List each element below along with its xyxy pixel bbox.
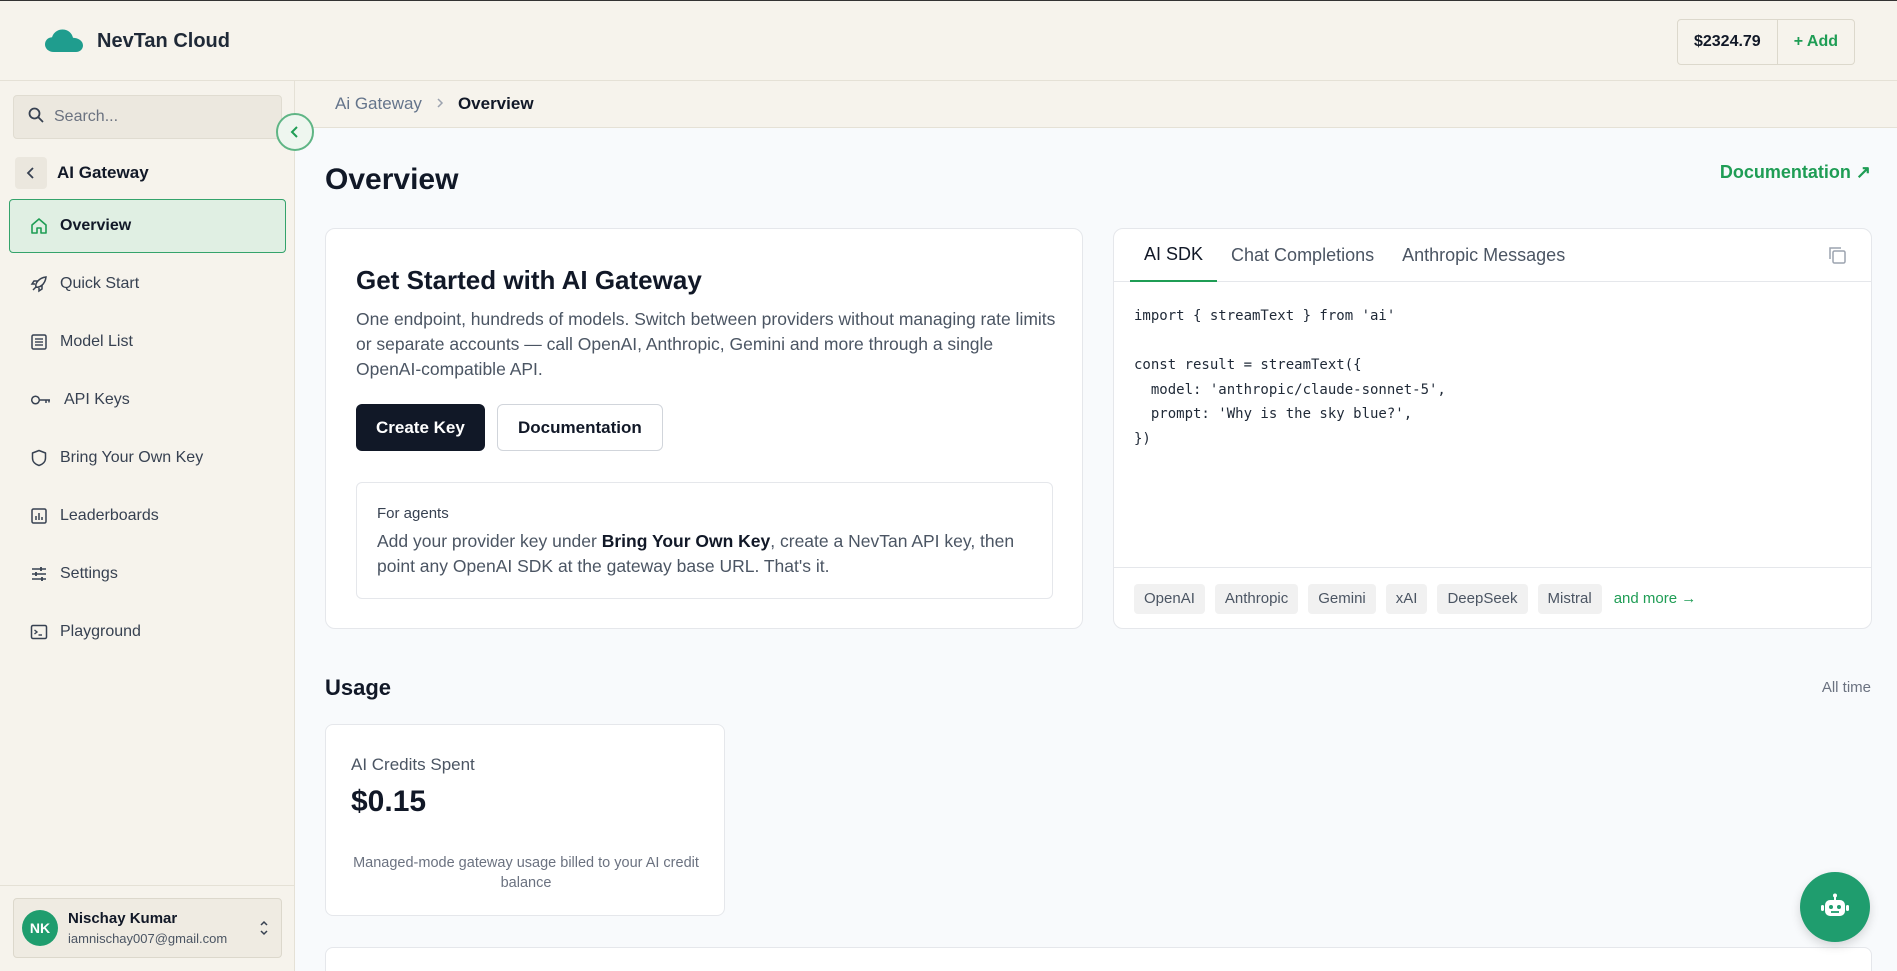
sidebar-item-overview[interactable]: Overview — [9, 199, 286, 253]
get-started-description: One endpoint, hundreds of models. Switch… — [356, 309, 1056, 379]
sidebar-item-label: Quick Start — [60, 275, 140, 292]
search-box — [13, 95, 282, 139]
agents-text-part: Add your provider key under — [377, 531, 602, 551]
cloud-logo-icon — [45, 29, 83, 53]
sidebar-item-label: Model List — [60, 333, 133, 350]
sidebar-nav: Overview Quick Start Model List API Keys… — [9, 199, 286, 663]
user-info: Nischay Kumar iamnischay007@gmail.com — [68, 910, 227, 946]
sidebar-item-label: Bring Your Own Key — [60, 449, 204, 466]
section-title: AI Gateway — [57, 163, 149, 182]
robot-icon — [1821, 893, 1849, 916]
list-icon — [31, 334, 47, 350]
sidebar-item-label: Playground — [60, 623, 141, 640]
avatar: NK — [22, 910, 58, 946]
sidebar-item-label: Overview — [60, 217, 132, 234]
chevron-left-icon — [26, 167, 34, 179]
top-bar: NevTan Cloud $2324.79 + Add — [0, 0, 1897, 81]
get-started-title: Get Started with AI Gateway — [356, 265, 702, 295]
brand[interactable]: NevTan Cloud — [45, 29, 230, 53]
get-started-card: Get Started with AI Gateway One endpoint… — [325, 228, 1083, 629]
sidebar-item-api-keys[interactable]: API Keys — [9, 373, 286, 427]
brand-name: NevTan Cloud — [97, 29, 230, 52]
balance-amount: $2324.79 — [1678, 20, 1778, 64]
key-icon — [30, 395, 50, 405]
credits-label: AI Credits Spent — [351, 755, 475, 774]
sidebar-item-leaderboards[interactable]: Leaderboards — [9, 489, 286, 543]
add-credits-button[interactable]: + Add — [1778, 20, 1854, 64]
shield-icon — [31, 449, 47, 467]
user-email: iamnischay007@gmail.com — [68, 931, 228, 946]
breadcrumb-current: Overview — [457, 94, 534, 113]
sidebar-item-model-list[interactable]: Model List — [9, 315, 286, 369]
copy-icon[interactable] — [1827, 245, 1847, 270]
collapse-sidebar-button[interactable] — [276, 113, 314, 151]
code-block: import { streamText } from 'ai' const re… — [1134, 308, 1446, 447]
agents-note-title: For agents — [377, 505, 449, 522]
chevron-right-icon — [436, 94, 444, 114]
provider-chip: OpenAI — [1134, 583, 1205, 614]
agents-text-bold: Bring Your Own Key — [601, 531, 771, 551]
usage-range: All time — [1821, 679, 1871, 696]
terminal-icon — [30, 624, 48, 640]
user-name: Nischay Kumar — [68, 910, 178, 927]
tab-chat-completions[interactable]: Chat Completions — [1217, 229, 1388, 282]
provider-chip: xAI — [1385, 583, 1428, 614]
sidebar-item-label: Settings — [60, 565, 118, 582]
page-title: Overview — [325, 163, 459, 196]
provider-chip: DeepSeek — [1437, 583, 1528, 614]
sidebar: AI Gateway Overview Quick Start Model Li… — [0, 81, 295, 971]
home-icon — [31, 218, 47, 234]
balance-widget: $2324.79 + Add — [1676, 19, 1855, 65]
provider-list: OpenAI Anthropic Gemini xAI DeepSeek Mis… — [1114, 567, 1871, 629]
provider-chip: Gemini — [1308, 583, 1376, 614]
provider-chip: Mistral — [1537, 583, 1602, 614]
chevron-up-down-icon — [259, 919, 269, 942]
tab-ai-sdk[interactable]: AI SDK — [1130, 229, 1218, 282]
more-providers-link[interactable]: and more → — [1614, 590, 1697, 607]
sidebar-item-label: Leaderboards — [60, 507, 159, 524]
sidebar-item-playground[interactable]: Playground — [9, 605, 286, 659]
sliders-icon — [32, 567, 46, 581]
section-header: AI Gateway — [15, 157, 149, 189]
provider-chip: Anthropic — [1214, 583, 1299, 614]
credits-note: Managed-mode gateway usage billed to you… — [353, 855, 699, 891]
sidebar-divider — [0, 885, 295, 886]
rocket-icon — [30, 276, 47, 293]
credits-spent-card: AI Credits Spent $0.15 Managed-mode gate… — [325, 724, 725, 916]
sidebar-item-bring-your-own-key[interactable]: Bring Your Own Key — [9, 431, 286, 485]
search-input[interactable] — [54, 108, 254, 126]
back-button[interactable] — [15, 157, 47, 189]
code-tabs: AI SDK Chat Completions Anthropic Messag… — [1114, 229, 1871, 282]
credits-value: $0.15 — [351, 785, 427, 818]
chart-icon — [31, 508, 47, 524]
chevron-left-icon — [290, 126, 298, 138]
code-snippet-card: AI SDK Chat Completions Anthropic Messag… — [1113, 228, 1872, 629]
documentation-link[interactable]: Documentation ↗ — [1720, 162, 1871, 183]
breadcrumb-parent[interactable]: Ai Gateway — [335, 94, 422, 114]
user-menu[interactable]: NK Nischay Kumar iamnischay007@gmail.com — [13, 898, 282, 958]
sidebar-item-settings[interactable]: Settings — [9, 547, 286, 601]
sidebar-item-quick-start[interactable]: Quick Start — [9, 257, 286, 311]
search-icon — [28, 107, 44, 128]
models-table-card — [325, 947, 1872, 971]
tab-anthropic-messages[interactable]: Anthropic Messages — [1388, 229, 1579, 282]
assistant-bot-button[interactable] — [1800, 872, 1870, 942]
agents-note: For agents Add your provider key under B… — [356, 482, 1053, 599]
breadcrumb: Ai Gateway Overview — [295, 81, 1897, 128]
agents-note-text: Add your provider key under Bring Your O… — [377, 529, 1037, 579]
create-key-button[interactable]: Create Key — [356, 404, 485, 451]
sidebar-item-label: API Keys — [64, 391, 130, 408]
documentation-button[interactable]: Documentation — [497, 404, 663, 451]
usage-title: Usage — [325, 675, 392, 700]
